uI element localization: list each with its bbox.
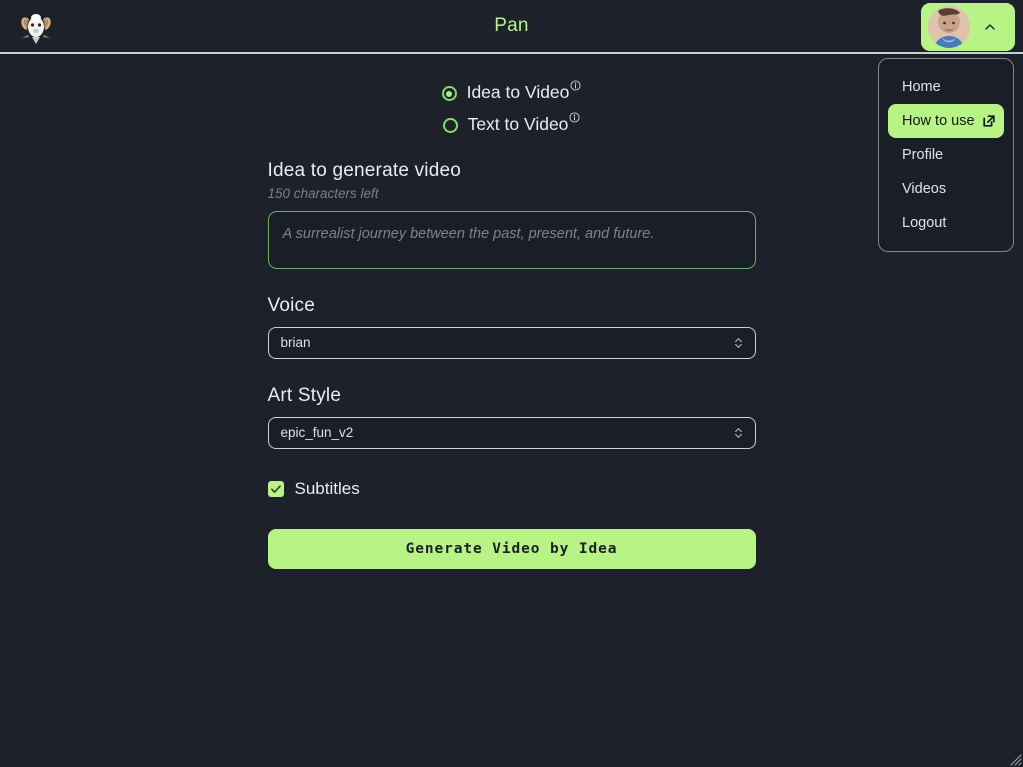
- idea-field-label: Idea to generate video: [267, 159, 461, 181]
- menu-item-videos[interactable]: Videos: [888, 172, 1004, 206]
- generation-mode-radio-group: Idea to Video Text to Video: [0, 80, 1023, 137]
- radio-label: Text to Video: [468, 112, 581, 136]
- external-link-icon: [982, 114, 996, 128]
- menu-item-label: Profile: [902, 147, 944, 163]
- radio-label: Idea to Video: [467, 80, 582, 104]
- menu-item-label: Home: [902, 79, 941, 95]
- info-circle-icon[interactable]: [569, 112, 580, 123]
- art-style-select[interactable]: epic_fun_v2: [267, 416, 756, 449]
- characters-left-hint: 150 characters left: [267, 185, 379, 201]
- generation-form: Idea to generate video 150 characters le…: [267, 159, 756, 569]
- menu-item-how-to-use[interactable]: How to use: [888, 104, 1004, 138]
- voice-field-label: Voice: [267, 294, 315, 316]
- radio-text-to-video[interactable]: Text to Video: [442, 112, 581, 136]
- app-header: Pan: [0, 0, 1023, 54]
- radio-indicator[interactable]: [441, 86, 457, 101]
- subtitles-label: Subtitles: [294, 478, 360, 498]
- menu-item-profile[interactable]: Profile: [888, 138, 1004, 172]
- radio-idea-to-video[interactable]: Idea to Video: [441, 80, 582, 104]
- subtitles-checkbox[interactable]: [267, 480, 284, 497]
- info-circle-icon[interactable]: [570, 80, 581, 91]
- idea-field-group: Idea to generate video 150 characters le…: [267, 159, 756, 269]
- subtitles-checkbox-row[interactable]: Subtitles: [267, 478, 756, 499]
- radio-indicator[interactable]: [442, 118, 458, 134]
- account-dropdown-menu: Home How to use Profile Videos Logout: [878, 58, 1014, 252]
- art-style-field-group: Art Style epic_fun_v2: [267, 384, 756, 449]
- avatar-menu-button[interactable]: [921, 3, 1015, 51]
- chevron-up-icon: [983, 20, 997, 34]
- menu-item-home[interactable]: Home: [888, 70, 1004, 104]
- window-resize-grip[interactable]: [1008, 752, 1022, 766]
- generate-video-button[interactable]: Generate Video by Idea: [267, 528, 756, 569]
- art-style-field-label: Art Style: [267, 384, 342, 406]
- voice-field-group: Voice brian: [267, 294, 756, 359]
- menu-item-label: Logout: [902, 215, 947, 231]
- voice-select[interactable]: brian: [267, 326, 756, 359]
- main-content: Idea to Video Text to Video Idea to gene…: [0, 54, 1023, 569]
- menu-item-label: Videos: [902, 181, 947, 197]
- avatar: [928, 6, 970, 48]
- menu-item-logout[interactable]: Logout: [888, 206, 1004, 240]
- menu-item-label: How to use: [902, 113, 975, 129]
- idea-input[interactable]: [267, 210, 756, 269]
- page-title: Pan: [494, 15, 529, 36]
